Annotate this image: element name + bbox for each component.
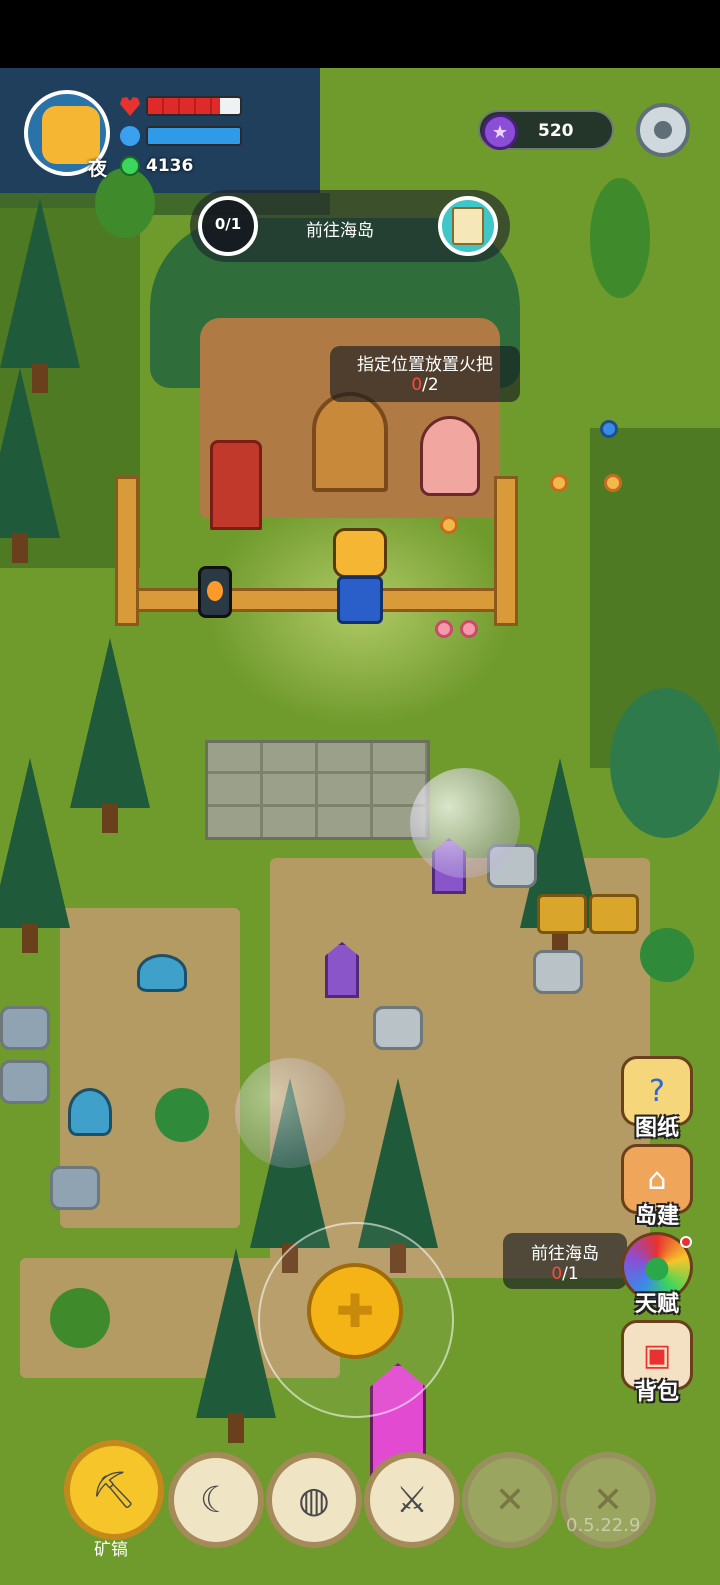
pickaxe-tool-button[interactable]: ⛏ [64,1440,164,1540]
backpack-label: 背包 [634,1380,679,1405]
pickaxe-icon: ⛏ [91,1470,137,1511]
torch-objective: 指定位置放置火把 0/2 [330,346,520,402]
objective-current: 0 [411,375,423,395]
talent-notification-dot [680,1236,692,1248]
version-label: 0.5.22.9 [566,1515,641,1536]
gem-count: 4136 [146,156,194,176]
sword-icon: ⚔ [395,1479,429,1521]
side-quest-current: 0 [551,1264,563,1284]
star-coin-icon: ★ [482,114,518,150]
talent-label: 天赋 [634,1292,679,1317]
selected-tool-label: 矿镐 [94,1540,128,1560]
sickle-icon: ☾ [199,1479,233,1521]
magnifier-icon[interactable]: 0/1 [198,196,258,256]
net-tool-button[interactable]: ◍ [266,1452,362,1548]
island-build-label: 岛建 [634,1204,679,1229]
quest-banner[interactable]: 0/1 前往海岛 [190,190,510,262]
energy-bar-fill [148,128,240,144]
hud: 夜 4136 ★ 520 0/1 前往海岛 指定位置放置火把 0/2 前往海岛 [0,0,720,1585]
energy-bar [146,126,242,146]
backpack-button[interactable]: ▣ 背包 [618,1320,696,1406]
quest-progress: 0/1 [214,215,242,233]
energy-orb-icon [120,126,140,146]
star-currency-value: 520 [538,121,574,141]
star-currency-pill[interactable]: ★ 520 [478,110,614,150]
island-side-quest[interactable]: 前往海岛 0/1 [503,1233,627,1289]
heart-icon [120,97,140,116]
side-quest-total: /1 [562,1264,579,1284]
hp-bar-fill [148,98,220,114]
objective-total: /2 [422,375,439,395]
blueprint-label: 图纸 [634,1116,679,1141]
energy-row [120,126,242,146]
net-icon: ◍ [298,1479,330,1521]
sickle-tool-button[interactable]: ☾ [168,1452,264,1548]
green-gem-icon [120,156,140,176]
objective-progress: 0/2 [330,375,520,395]
locked-tool-slot[interactable]: ✕ [462,1452,558,1548]
settings-gear-button[interactable] [636,103,690,157]
locked-icon: ✕ [494,1479,526,1521]
island-build-button[interactable]: ⌂ 岛建 [618,1144,696,1230]
joystick-dpad-icon[interactable] [307,1263,403,1359]
hp-bar [146,96,242,116]
side-quest-title: 前往海岛 [531,1244,599,1264]
sword-tool-button[interactable]: ⚔ [364,1452,460,1548]
blueprint-button[interactable]: ? 图纸 [618,1056,696,1142]
quest-text: 前往海岛 [306,221,374,241]
hp-row [120,96,242,116]
player-name-tag: 夜 [88,158,108,180]
objective-title: 指定位置放置火把 [357,355,493,375]
gem-row: 4136 [120,156,193,176]
side-quest-progress: 0/1 [503,1264,627,1284]
note-reward-icon[interactable] [438,196,498,256]
